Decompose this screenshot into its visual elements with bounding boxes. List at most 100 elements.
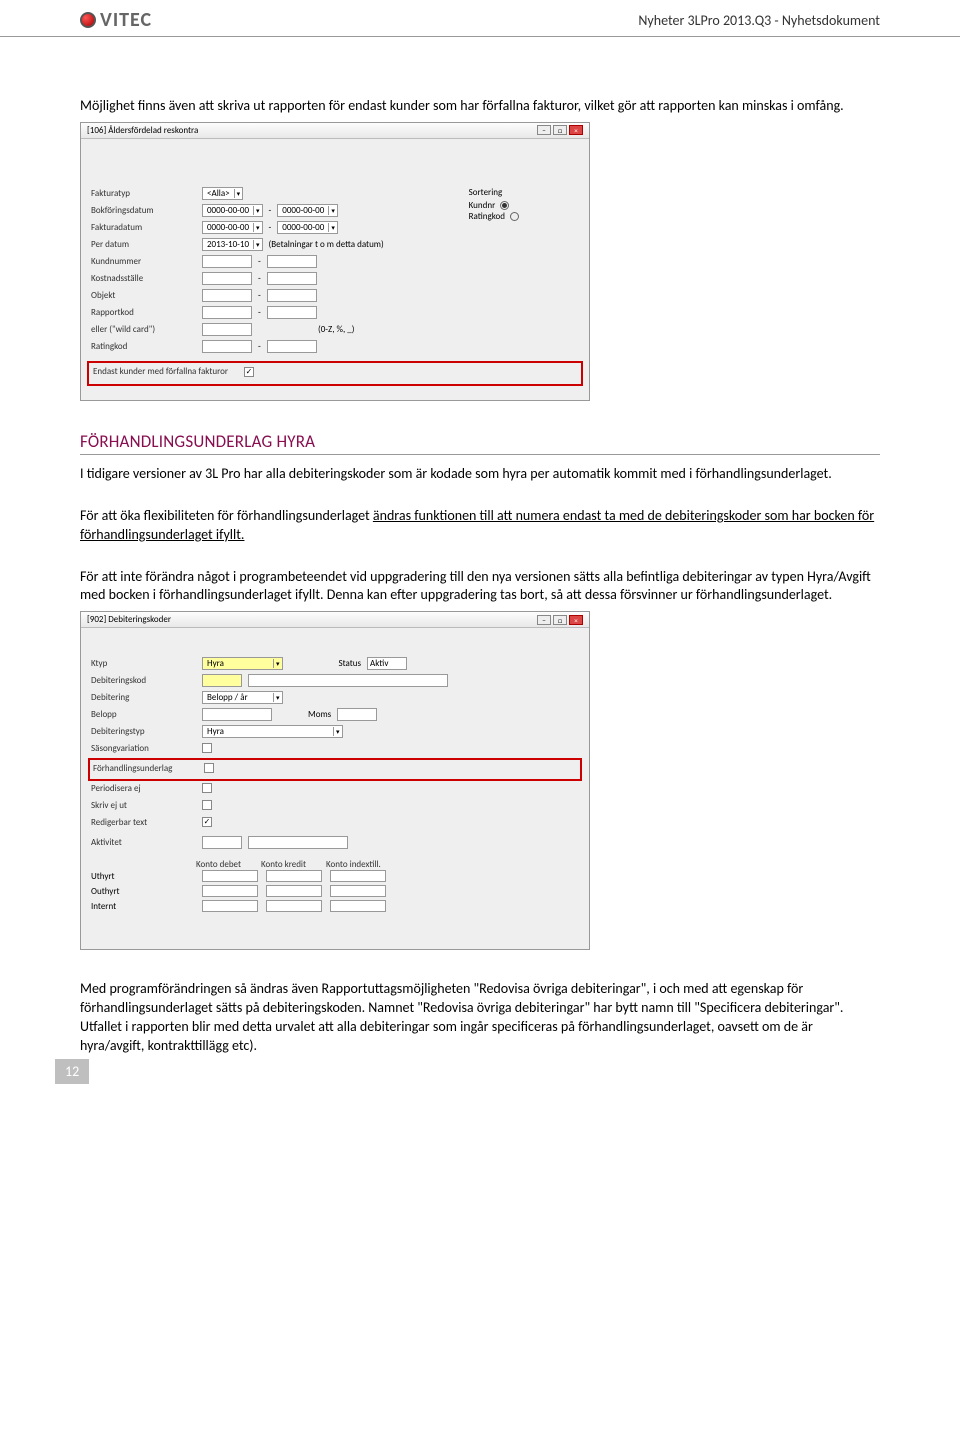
dropdown-fakturatyp[interactable]: <Alla>▾ <box>202 187 243 200</box>
checkbox-forhandling[interactable] <box>204 763 214 773</box>
section-p2: För att öka flexibiliteten för förhandli… <box>80 507 880 545</box>
label-bokforingsdatum: Bokföringsdatum <box>91 205 196 216</box>
label-status: Status <box>339 658 362 669</box>
radio-kundnr[interactable] <box>500 201 509 210</box>
label-ratingkod: Ratingkod <box>91 341 196 352</box>
input-bokf-to[interactable]: 0000-00-00▾ <box>277 204 338 217</box>
input-rap-to[interactable] <box>267 306 317 319</box>
label-aktivitet: Aktivitet <box>91 837 196 848</box>
input-aktivitet[interactable] <box>202 836 242 849</box>
input-per-datum[interactable]: 2013-10-10▾ <box>202 238 263 251</box>
label-periodisera: Periodisera ej <box>91 783 196 794</box>
input-fakt-to[interactable]: 0000-00-00▾ <box>277 221 338 234</box>
checkbox-redigerbar[interactable]: ✓ <box>202 817 212 827</box>
label-kostnadsstalle: Kostnadsställe <box>91 273 196 284</box>
input-rap-from[interactable] <box>202 306 252 319</box>
input-kost-to[interactable] <box>267 272 317 285</box>
wildcard-note: (0-Z, %, _) <box>318 324 354 335</box>
highlight-forhandling: Förhandlingsunderlag <box>88 758 582 781</box>
label-moms: Moms <box>308 709 331 720</box>
input-internt-index[interactable] <box>330 900 386 912</box>
input-kund-from[interactable] <box>202 255 252 268</box>
label-outhyrt: Outhyrt <box>91 886 196 897</box>
input-moms[interactable] <box>337 708 377 721</box>
input-status[interactable]: Aktiv <box>367 657 407 670</box>
checkbox-periodisera[interactable] <box>202 783 212 793</box>
section-p3: För att inte förändra något i programbet… <box>80 568 880 606</box>
minimize-icon[interactable]: − <box>537 615 551 625</box>
label-endast-kunder: Endast kunder med förfallna fakturor <box>93 366 238 377</box>
maximize-icon[interactable]: □ <box>553 125 567 135</box>
input-belopp[interactable] <box>202 708 272 721</box>
label-ratingkod-sort: Ratingkod <box>469 211 505 222</box>
window-aldersfordelad: [106] Åldersfördelad reskontra − □ × Fak… <box>80 122 590 401</box>
label-per-datum: Per datum <box>91 239 196 250</box>
label-forhandling: Förhandlingsunderlag <box>93 763 198 774</box>
header-konto-kredit: Konto kredit <box>261 859 306 870</box>
input-rating-to[interactable] <box>267 340 317 353</box>
section-heading: FÖRHANDLINGSUNDERLAG HYRA <box>80 431 880 455</box>
document-title: Nyheter 3LPro 2013.Q3 - Nyhetsdokument <box>638 12 880 29</box>
input-wildcard[interactable] <box>202 323 252 336</box>
label-debitering: Debitering <box>91 692 196 703</box>
input-rating-from[interactable] <box>202 340 252 353</box>
label-redigerbar: Redigerbar text <box>91 817 196 828</box>
window-controls-2: − □ × <box>537 615 583 625</box>
input-kund-to[interactable] <box>267 255 317 268</box>
input-aktivitet-text[interactable] <box>248 836 348 849</box>
label-uthyrt: Uthyrt <box>91 871 196 882</box>
input-bokf-from[interactable]: 0000-00-00▾ <box>202 204 263 217</box>
window-controls: − □ × <box>537 125 583 135</box>
label-fakturadatum: Fakturadatum <box>91 222 196 233</box>
intro-paragraph: Möjlighet finns även att skriva ut rappo… <box>80 97 880 116</box>
input-outhyrt-kredit[interactable] <box>266 885 322 897</box>
label-internt: Internt <box>91 901 196 912</box>
label-skriv: Skriv ej ut <box>91 800 196 811</box>
header-konto-debet: Konto debet <box>196 859 241 870</box>
label-rapportkod: Rapportkod <box>91 307 196 318</box>
input-debiteringskod[interactable] <box>202 674 242 687</box>
input-outhyrt-index[interactable] <box>330 885 386 897</box>
label-wildcard: eller ("wild card") <box>91 324 196 335</box>
page-number: 12 <box>55 1059 89 1084</box>
input-internt-kredit[interactable] <box>266 900 322 912</box>
dropdown-debitering[interactable]: Belopp / år▾ <box>202 691 283 704</box>
dropdown-debiteringstyp[interactable]: Hyra▾ <box>202 725 343 738</box>
close-icon[interactable]: × <box>569 615 583 625</box>
input-kost-from[interactable] <box>202 272 252 285</box>
input-obj-from[interactable] <box>202 289 252 302</box>
input-fakt-from[interactable]: 0000-00-00▾ <box>202 221 263 234</box>
maximize-icon[interactable]: □ <box>553 615 567 625</box>
input-outhyrt-debet[interactable] <box>202 885 258 897</box>
page-header: VITEC Nyheter 3LPro 2013.Q3 - Nyhetsdoku… <box>0 0 960 37</box>
label-belopp: Belopp <box>91 709 196 720</box>
header-konto-index: Konto indextill. <box>326 859 381 870</box>
close-icon[interactable]: × <box>569 125 583 135</box>
label-objekt: Objekt <box>91 290 196 301</box>
input-uthyrt-kredit[interactable] <box>266 870 322 882</box>
label-ktyp: Ktyp <box>91 658 196 669</box>
label-sasong: Säsongvariation <box>91 743 196 754</box>
per-datum-note: (Betalningar t o m detta datum) <box>269 239 384 250</box>
logo-mark-icon <box>80 12 96 28</box>
highlight-box: Endast kunder med förfallna fakturor ✓ <box>87 361 583 386</box>
input-debiteringskod-text[interactable] <box>248 674 448 687</box>
closing-paragraph: Med programförändringen så ändras även R… <box>80 980 880 1056</box>
input-uthyrt-index[interactable] <box>330 870 386 882</box>
checkbox-skriv[interactable] <box>202 800 212 810</box>
section-p1: I tidigare versioner av 3L Pro har alla … <box>80 465 880 484</box>
input-internt-debet[interactable] <box>202 900 258 912</box>
window-title-2: [902] Debiteringskoder <box>87 614 171 625</box>
label-kundnummer: Kundnummer <box>91 256 196 267</box>
checkbox-sasong[interactable] <box>202 743 212 753</box>
input-obj-to[interactable] <box>267 289 317 302</box>
checkbox-endast-kunder[interactable]: ✓ <box>244 367 254 377</box>
sorting-group: Sortering Kundnr Ratingkod <box>469 187 519 357</box>
dropdown-ktyp[interactable]: Hyra▾ <box>202 657 283 670</box>
input-uthyrt-debet[interactable] <box>202 870 258 882</box>
radio-ratingkod[interactable] <box>510 212 519 221</box>
minimize-icon[interactable]: − <box>537 125 551 135</box>
label-debiteringstyp: Debiteringstyp <box>91 726 196 737</box>
label-fakturatyp: Fakturatyp <box>91 188 196 199</box>
label-debiteringskod: Debiteringskod <box>91 675 196 686</box>
